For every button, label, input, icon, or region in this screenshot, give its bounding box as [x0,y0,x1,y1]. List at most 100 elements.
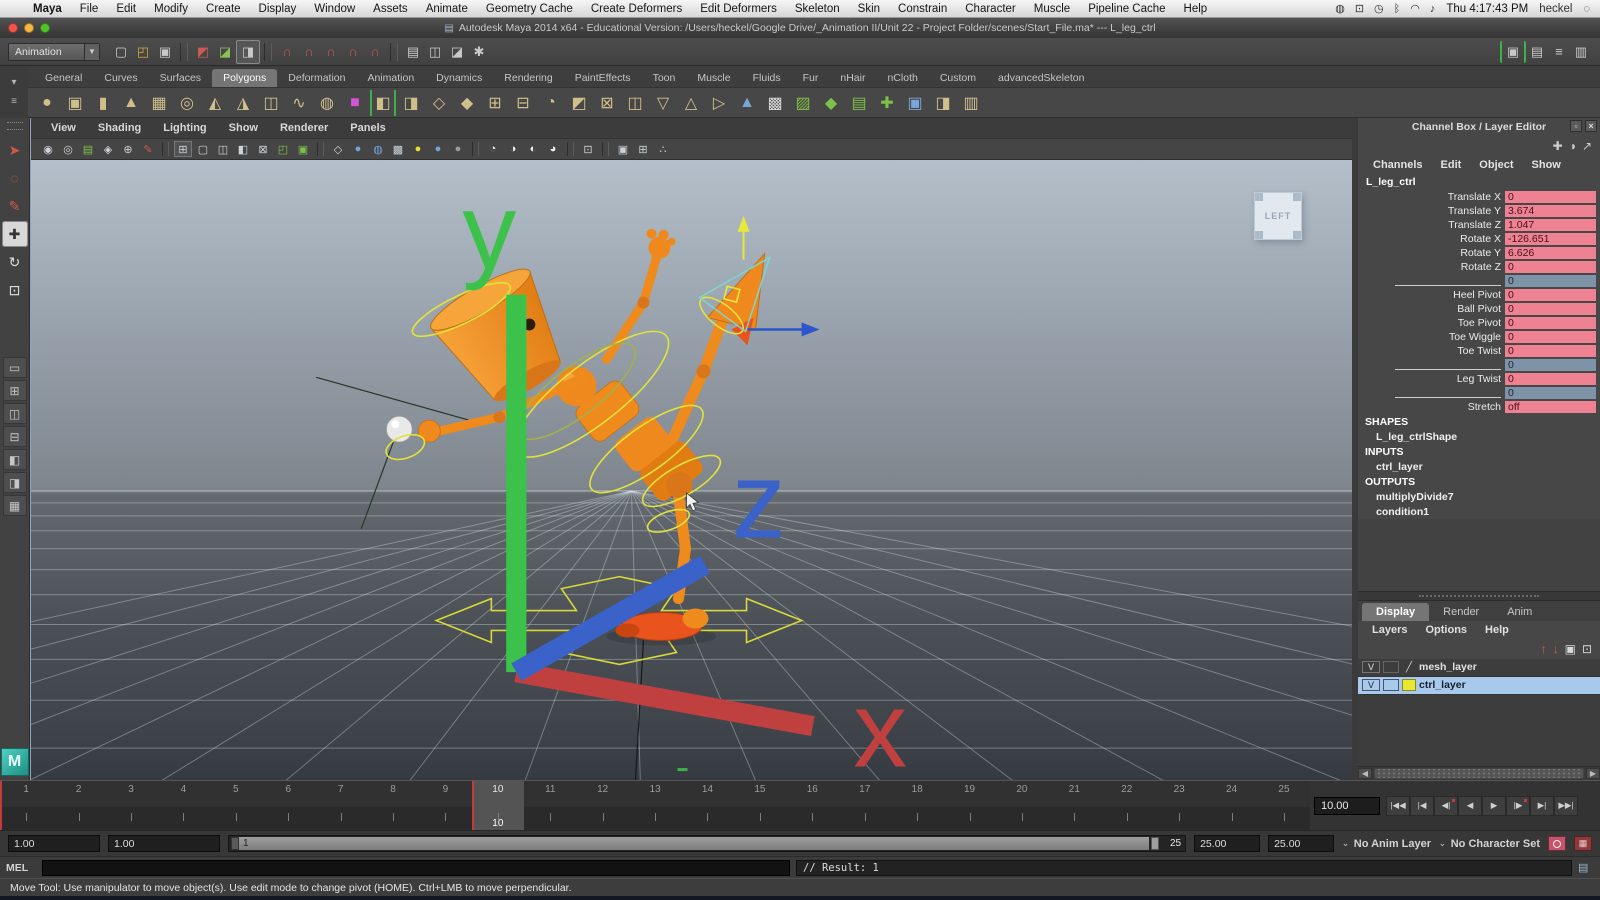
panel-menu-item[interactable]: Renderer [270,122,338,134]
poly-separate-icon[interactable]: ⊟ [510,90,536,116]
script-editor-icon[interactable]: ▤ [1578,861,1594,874]
channel-box-menu-item[interactable]: Channels [1366,159,1430,171]
two-d-pan-icon[interactable]: ⊕ [119,141,137,157]
float-panel-button[interactable]: ▫ [1570,120,1582,132]
mirror-weights-icon[interactable]: ◨ [930,90,956,116]
channel-value-field[interactable]: 6.626 [1505,247,1596,259]
menubar-clock[interactable]: Thu 4:17:43 PM [1446,3,1528,15]
safe-action-icon[interactable]: ◰ [274,141,292,157]
select-hierarchy-icon[interactable]: ◩ [192,41,214,63]
channel-label[interactable]: Translate Z [1358,219,1505,231]
menu-item[interactable]: Pipeline Cache [1079,3,1174,15]
menu-item[interactable]: Skin [849,3,889,15]
channel-label[interactable]: Rotate Z [1358,261,1505,273]
textured-icon[interactable]: ◍ [369,141,387,157]
hyperbolic-spread-icon[interactable]: ↗ [1582,139,1592,153]
shelf-tab[interactable]: Deformation [277,69,356,87]
uv-editor-icon[interactable]: ▤ [846,90,872,116]
image-plane-icon[interactable]: ◈ [99,141,117,157]
divider[interactable] [180,43,188,61]
poly-plane-icon[interactable]: ▦ [146,90,172,116]
range-bar[interactable] [239,837,1149,850]
poly-combine-icon[interactable]: ⊞ [482,90,508,116]
channel-value-field[interactable]: off [1505,401,1596,413]
auto-keyframe-toggle[interactable] [1548,836,1566,851]
divider[interactable] [390,43,398,61]
layer-name[interactable]: ctrl_layer [1419,679,1466,691]
channel-value-field[interactable]: 0 [1505,387,1596,399]
last-tool-icon[interactable]: ▣ [1500,41,1526,63]
select-component-icon[interactable]: ◨ [236,40,260,64]
tool-settings-toggle-icon[interactable]: ≡ [1548,41,1570,63]
lighting-icon[interactable]: ● [409,141,427,157]
frame-cell[interactable]: 20 [996,781,1048,830]
zoom-window-button[interactable] [40,23,50,33]
field-chart-icon[interactable]: ⊠ [254,141,272,157]
panel-menu-item[interactable]: Shading [88,122,151,134]
animation-preferences-button[interactable]: ▦ [1574,836,1592,851]
channel-value-field[interactable]: 0 [1505,289,1596,301]
channel-section-entry[interactable]: INPUTS [1358,444,1600,459]
uv-snapshot-icon[interactable]: ▨ [790,90,816,116]
panel-layout-icon[interactable]: ⊞ [634,141,652,157]
command-input[interactable] [42,860,790,876]
sculpt-tool-icon[interactable]: ▲ [734,90,760,116]
channel-section-entry[interactable]: OUTPUTS [1358,474,1600,489]
rotate-tool-icon[interactable]: ↻ [2,249,28,275]
poly-pyramid-icon[interactable]: ◮ [230,90,256,116]
time-machine-icon[interactable]: ◷ [1374,2,1384,15]
time-slider-frames[interactable]: 1 2 3 4 5 6 [0,781,1310,830]
frame-cell[interactable]: 15 [734,781,786,830]
view-axis-icon[interactable]: ◉ [39,141,57,157]
layer-color-swatch[interactable] [1402,679,1416,691]
channel-label[interactable]: Leg Twist [1358,373,1505,385]
range-slider[interactable]: 1 25 [228,835,1186,852]
layer-type-box[interactable] [1383,679,1399,691]
playback-start-field[interactable]: 1.00 [108,835,220,852]
divider[interactable] [472,142,479,156]
safe-title-icon[interactable]: ▣ [294,141,312,157]
poly-sphere-icon[interactable]: ● [34,90,60,116]
scale-tool-icon[interactable]: ⊡ [2,277,28,303]
frame-cell[interactable]: 18 [891,781,943,830]
layer-visibility-toggle[interactable]: V [1362,679,1380,691]
play-forwards-button[interactable]: ▶ [1482,796,1506,816]
menu-item[interactable]: Assets [364,3,417,15]
selected-object-name[interactable]: L_leg_ctrl [1358,174,1600,190]
frame-cell[interactable]: 1 [0,781,52,830]
frame-cell[interactable]: 17 [839,781,891,830]
poly-pipe-icon[interactable]: ◫ [258,90,284,116]
poly-split-icon[interactable]: ◆ [454,90,480,116]
layout-four-pane-icon[interactable]: ⊞ [3,380,27,401]
select-object-icon[interactable]: ◪ [214,41,236,63]
channel-label[interactable]: Translate X [1358,191,1505,203]
render-view-icon[interactable]: ▤ [402,41,424,63]
spotlight-icon[interactable]: ◌ [1583,3,1590,15]
layout-persp-outliner-icon[interactable]: ◧ [3,449,27,470]
divider[interactable] [162,142,169,156]
layout-single-pane-icon[interactable]: ▭ [3,357,27,378]
current-time-field[interactable]: 10.00 [1314,797,1380,815]
new-empty-layer-icon[interactable]: ▣ [1565,642,1576,656]
xray-joints-icon[interactable]: ◐ [524,141,542,157]
frame-cell[interactable]: 5 [210,781,262,830]
frame-cell[interactable]: 13 [629,781,681,830]
snap-plane-icon[interactable]: ∩ [342,41,364,63]
selection-highlight-icon[interactable]: ⊡ [579,141,597,157]
layer-type-box[interactable] [1383,661,1399,673]
frame-cell[interactable]: 19 [943,781,995,830]
speed-control-icon[interactable]: ◑ [1569,139,1576,153]
channel-label[interactable]: Ball Pivot [1358,303,1505,315]
frame-cell[interactable]: 3 [105,781,157,830]
move-layer-down-icon[interactable]: ↓ [1553,642,1559,656]
channel-box-toggle-icon[interactable]: ▥ [1570,41,1592,63]
render-settings-icon[interactable]: ✱ [468,41,490,63]
channel-section-entry[interactable]: SHAPES [1358,414,1600,429]
poly-reduce-icon[interactable]: ▽ [650,90,676,116]
layout-hypershade-icon[interactable]: ▦ [3,495,27,516]
poly-merge-icon[interactable]: ◇ [426,90,452,116]
layer-name[interactable]: mesh_layer [1419,661,1477,673]
poly-cube-icon[interactable]: ▣ [62,90,88,116]
channel-value-field[interactable]: 1.047 [1505,219,1596,231]
frame-cell[interactable]: 21 [1048,781,1100,830]
